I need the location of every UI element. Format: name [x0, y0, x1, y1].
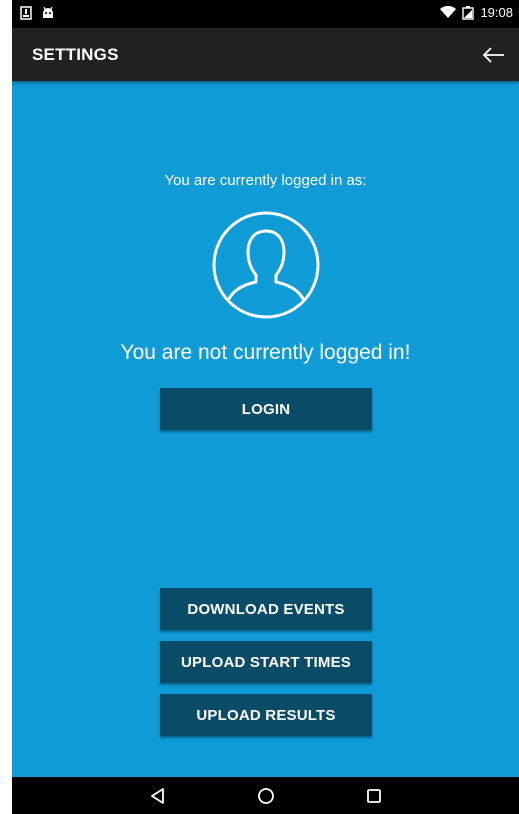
- user-avatar-icon: [212, 211, 320, 319]
- nav-back-button[interactable]: [146, 784, 170, 808]
- device-screen: 19:08 SETTINGS You are currently logged …: [12, 0, 519, 814]
- upload-start-times-button[interactable]: UPLOAD START TIMES: [160, 641, 372, 683]
- navigation-bar: [12, 777, 519, 814]
- upload-results-button[interactable]: UPLOAD RESULTS: [160, 694, 372, 736]
- status-right-icons: 19:08: [440, 5, 513, 20]
- nav-home-icon: [258, 788, 274, 804]
- login-status-text: You are not currently logged in!: [120, 341, 411, 364]
- nav-recents-button[interactable]: [362, 784, 386, 808]
- download-events-button[interactable]: DOWNLOAD EVENTS: [160, 588, 372, 630]
- arrow-left-icon: [482, 47, 504, 63]
- wifi-icon: [440, 6, 457, 19]
- android-icon: [42, 7, 54, 19]
- status-bar: 19:08: [12, 0, 519, 28]
- nav-recents-icon: [367, 789, 381, 803]
- battery-icon: [462, 5, 475, 20]
- login-button[interactable]: LOGIN: [160, 388, 372, 430]
- nav-back-icon: [151, 788, 164, 804]
- app-bar: SETTINGS: [12, 28, 519, 81]
- nav-home-button[interactable]: [254, 784, 278, 808]
- notification-download-icon: [20, 6, 32, 20]
- page-title: SETTINGS: [32, 45, 119, 64]
- back-button[interactable]: [479, 40, 509, 70]
- logged-in-as-label: You are currently logged in as:: [164, 172, 367, 189]
- status-left-icons: [20, 6, 54, 20]
- avatar: [210, 209, 322, 321]
- settings-content: You are currently logged in as: You are …: [12, 81, 519, 777]
- status-time: 19:08: [480, 5, 513, 20]
